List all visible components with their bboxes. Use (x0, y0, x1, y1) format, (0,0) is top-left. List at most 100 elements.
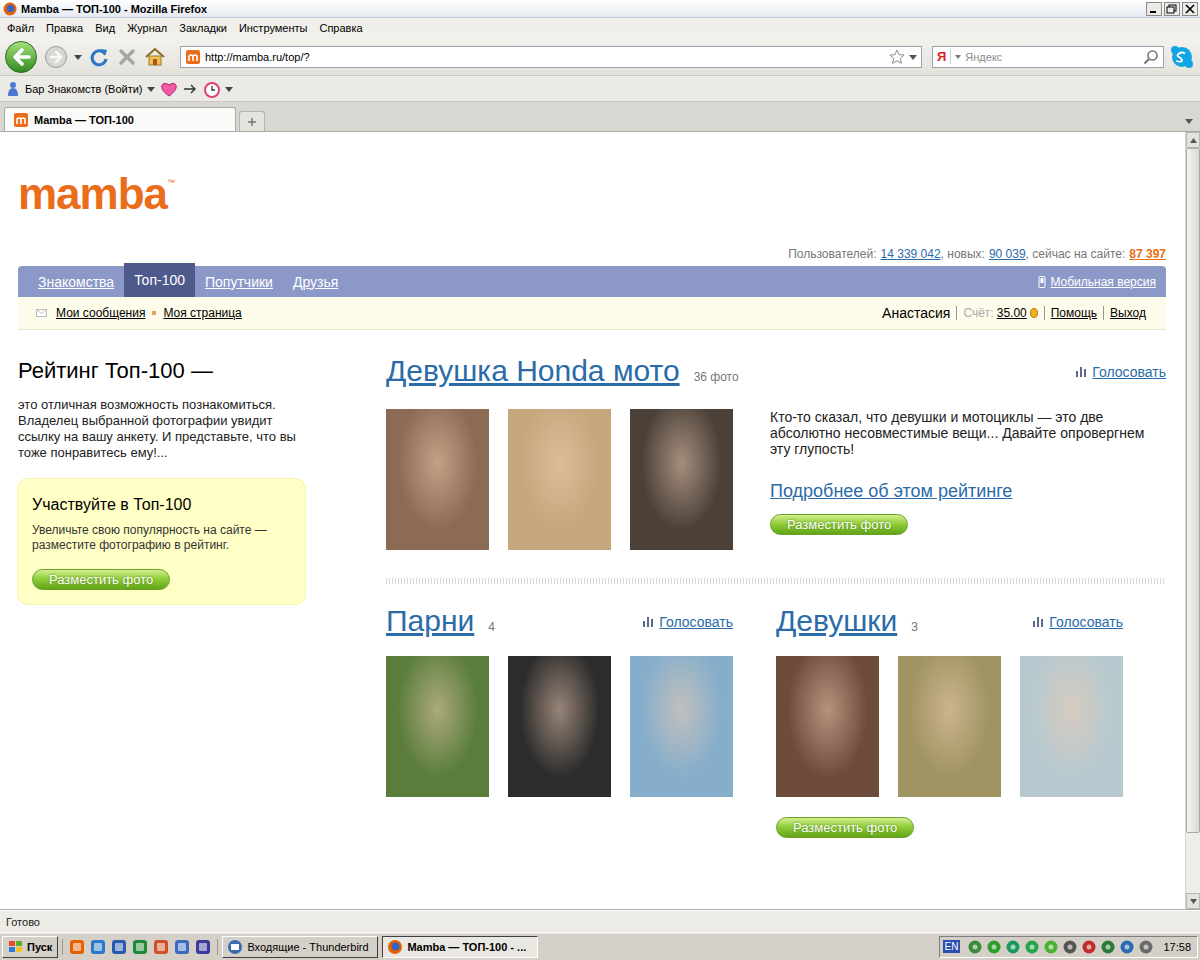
menu-item[interactable]: Закладки (174, 21, 232, 35)
close-icon[interactable] (1182, 2, 1198, 16)
stop-icon[interactable] (116, 46, 138, 68)
vote-label[interactable]: Голосовать (1092, 364, 1166, 380)
user-action[interactable]: Выход (1103, 306, 1148, 320)
search-bar[interactable]: Я (932, 46, 1164, 68)
profile-photo[interactable] (386, 409, 489, 550)
profile-photo[interactable] (630, 656, 733, 797)
bookmark-star-icon[interactable] (889, 49, 905, 65)
url-dropdown-icon[interactable] (909, 53, 917, 61)
profile-photo[interactable] (508, 409, 611, 550)
user-action[interactable]: Помощь (1044, 306, 1103, 320)
rating-title[interactable]: Парни (386, 604, 474, 638)
upload-photo-button[interactable]: Разместить фото (32, 569, 170, 590)
vote-link[interactable]: Голосовать (643, 614, 733, 630)
nav-item[interactable]: Знакомства (28, 266, 124, 297)
sync-icon[interactable] (1119, 939, 1135, 955)
scrollbar-thumb[interactable] (1186, 148, 1200, 833)
search-engine-logo[interactable]: Я (937, 49, 951, 64)
menu-item[interactable]: Справка (314, 21, 367, 35)
menu-item[interactable]: Правка (41, 21, 88, 35)
arrow-icon[interactable] (183, 83, 199, 95)
vote-label[interactable]: Голосовать (1049, 614, 1123, 630)
profile-photo[interactable] (898, 656, 1001, 797)
bookmark-dropdown-icon[interactable] (147, 85, 155, 93)
nav-item[interactable]: Топ-100 (124, 263, 195, 297)
profile-photo[interactable] (386, 656, 489, 797)
word-icon[interactable] (111, 939, 127, 955)
engine-dropdown-icon[interactable] (955, 54, 961, 60)
nav-item[interactable]: Попутчики (195, 266, 283, 297)
profile-photo[interactable] (776, 656, 879, 797)
profile-photo[interactable] (630, 409, 733, 550)
menu-item[interactable]: Журнал (122, 21, 172, 35)
antivirus-icon[interactable] (986, 939, 1002, 955)
browser-tab[interactable]: Mamba — ТОП-100 (4, 107, 236, 131)
rating-title[interactable]: Девушка Honda мото (386, 354, 680, 388)
taskbar-button[interactable]: Mamba — ТОП-100 - ... (382, 936, 538, 958)
task-label[interactable]: Mamba — ТОП-100 - ... (407, 941, 526, 953)
menu-item[interactable]: Инструменты (234, 21, 313, 35)
history-dropdown-icon[interactable] (74, 53, 82, 61)
task-label[interactable]: Входящие - Thunderbird (247, 941, 368, 953)
start-button[interactable]: Пуск (2, 936, 58, 958)
magnifier-icon[interactable] (1143, 49, 1159, 65)
skype-icon[interactable] (1170, 45, 1194, 69)
vote-link[interactable]: Голосовать (1033, 614, 1123, 630)
user-link[interactable]: Моя страница (163, 306, 241, 320)
site-logo[interactable]: mamba™ (18, 176, 1166, 212)
rating-title[interactable]: Девушки (776, 604, 897, 638)
tab-list-icon[interactable] (1182, 111, 1196, 131)
scroll-track[interactable] (1186, 148, 1200, 893)
security-icon[interactable] (1081, 939, 1097, 955)
forward-icon[interactable] (44, 45, 68, 69)
language-indicator[interactable]: EN (943, 940, 961, 953)
outlook-icon[interactable] (174, 939, 190, 955)
alarm-icon[interactable] (203, 80, 221, 98)
icq-icon[interactable] (1043, 939, 1059, 955)
maximize-icon[interactable] (1164, 2, 1180, 16)
media-player-icon[interactable] (195, 939, 211, 955)
mobile-label[interactable]: Мобильная версия (1050, 275, 1156, 289)
profile-photo[interactable] (508, 656, 611, 797)
bookmark-dropdown-icon[interactable] (225, 85, 233, 93)
bookmark-item[interactable]: Бар Знакомств (Войти) (6, 81, 143, 97)
new-tab-button[interactable] (239, 111, 265, 131)
upload-photo-button[interactable]: Разместить фото (770, 514, 908, 535)
powerpoint-icon[interactable] (153, 939, 169, 955)
more-link[interactable]: Подробнее об этом рейтинге (770, 480, 1166, 502)
agent-icon[interactable] (1024, 939, 1040, 955)
display-icon[interactable] (1138, 939, 1154, 955)
stat-value[interactable]: 90 039 (989, 247, 1026, 262)
vote-label[interactable]: Голосовать (659, 614, 733, 630)
network-icon[interactable] (967, 939, 983, 955)
start-label[interactable]: Пуск (27, 941, 52, 953)
excel-icon[interactable] (132, 939, 148, 955)
upload-photo-button[interactable]: Разместить фото (776, 817, 914, 838)
scroll-up-button[interactable] (1186, 132, 1200, 148)
scroll-down-button[interactable] (1186, 893, 1200, 909)
ie-icon[interactable] (90, 939, 106, 955)
back-icon[interactable] (4, 40, 38, 74)
address-text[interactable]: http://mamba.ru/top/? (205, 51, 885, 63)
address-bar[interactable]: http://mamba.ru/top/? (180, 46, 922, 68)
mobile-version-link[interactable]: Мобильная версия (1028, 266, 1166, 297)
tab-label[interactable]: Mamba — ТОП-100 (34, 114, 134, 126)
messenger-icon[interactable] (1100, 939, 1116, 955)
minimize-icon[interactable] (1146, 2, 1162, 16)
stat-value[interactable]: 87 397 (1129, 247, 1166, 262)
firefox-icon[interactable] (69, 939, 85, 955)
taskbar-button[interactable]: Входящие - Thunderbird (222, 936, 378, 958)
vote-link[interactable]: Голосовать (1076, 364, 1166, 380)
reload-icon[interactable] (88, 46, 110, 68)
logo-text[interactable]: mamba (18, 176, 167, 212)
menu-item[interactable]: Файл (2, 21, 39, 35)
heart-icon[interactable] (159, 81, 179, 97)
balance-value[interactable]: 35.00 (997, 306, 1027, 320)
vertical-scrollbar[interactable] (1185, 132, 1200, 909)
search-input[interactable] (965, 51, 1139, 63)
home-icon[interactable] (144, 46, 166, 68)
profile-photo[interactable] (1020, 656, 1123, 797)
bookmark-label[interactable]: Бар Знакомств (Войти) (25, 83, 143, 95)
stat-value[interactable]: 14 339 042 (881, 247, 941, 262)
menu-item[interactable]: Вид (90, 21, 120, 35)
